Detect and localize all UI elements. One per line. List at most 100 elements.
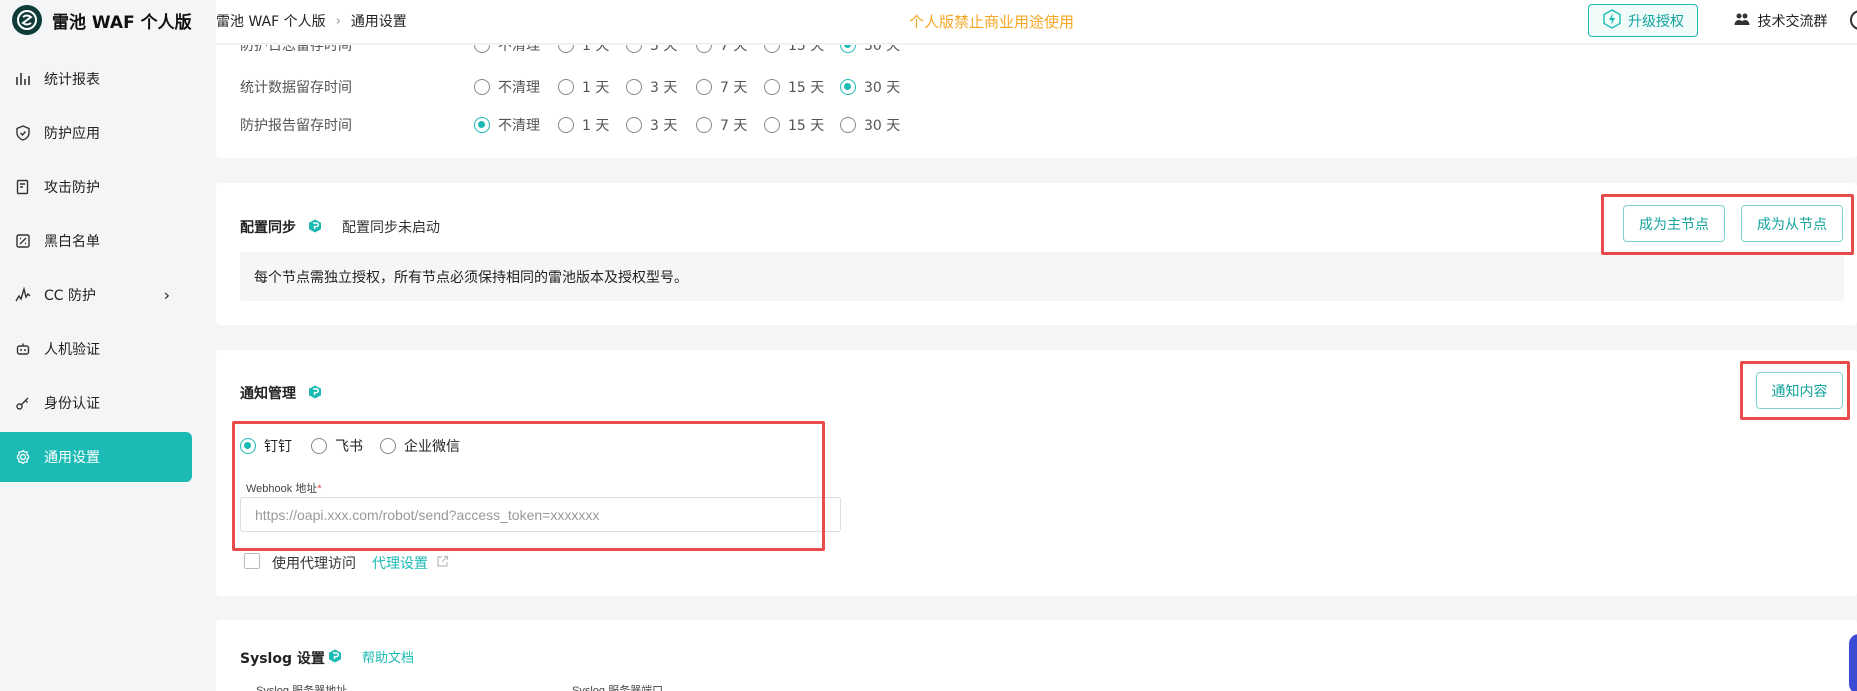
config-sync-info: 每个节点需独立授权，所有节点必须保持相同的雷池版本及授权型号。 <box>240 252 1844 301</box>
sidebar: 雷池 WAF 个人版 统计报表 防护应用 攻击防护 黑白名单 CC 防护 › 人… <box>0 0 216 691</box>
sidebar-item-auth[interactable]: 身份认证 <box>0 378 192 428</box>
sidebar-item-blacklist[interactable]: 黑白名单 <box>0 216 192 266</box>
chat-widget-tab[interactable] <box>1849 634 1857 691</box>
retention-option[interactable]: 7 天 <box>696 45 747 55</box>
retention-option[interactable]: 15 天 <box>764 115 824 135</box>
retention-option[interactable]: 3 天 <box>626 77 677 97</box>
sidebar-item-attack-protection[interactable]: 攻击防护 <box>0 162 192 212</box>
proxy-checkbox[interactable] <box>244 553 260 569</box>
upgrade-license-button[interactable]: 升级授权 <box>1588 4 1698 37</box>
breadcrumb: 雷池 WAF 个人版 › 通用设置 <box>216 0 407 42</box>
retention-option[interactable]: 不清理 <box>474 77 540 97</box>
chevron-right-icon: › <box>163 285 170 305</box>
retention-option[interactable]: 3 天 <box>626 115 677 135</box>
notification-title: 通知管理 <box>240 386 296 402</box>
retention-option[interactable]: 7 天 <box>696 77 747 97</box>
radio-button[interactable] <box>311 438 327 454</box>
option-label: 3 天 <box>650 80 678 96</box>
retention-option[interactable]: 1 天 <box>558 115 609 135</box>
option-label: 不清理 <box>498 80 540 96</box>
syslog-server-address-label: Syslog 服务器地址 <box>254 682 350 691</box>
syslog-server-port-label: Syslog 服务器端口 <box>570 682 666 691</box>
radio-button-selected[interactable] <box>840 79 856 95</box>
users-icon <box>1734 12 1750 30</box>
sidebar-item-label: 人机验证 <box>44 342 100 358</box>
radio-button[interactable] <box>558 79 574 95</box>
option-label: 30 天 <box>864 118 901 134</box>
radio-button[interactable] <box>474 45 490 53</box>
robot-icon <box>14 340 32 358</box>
radio-button[interactable] <box>764 79 780 95</box>
webhook-input[interactable]: https://oapi.xxx.com/robot/send?access_t… <box>240 497 841 532</box>
proxy-settings-label: 代理设置 <box>372 556 428 572</box>
retention-row-label: 防护报告留存时间 <box>240 118 352 134</box>
retention-settings-card: 防护日志留存时间 不清理 1 天 3 天 7 天 15 天 30 天 统计数据留… <box>216 45 1857 158</box>
webhook-label-text: Webhook 地址 <box>246 483 318 495</box>
radio-button[interactable] <box>764 117 780 133</box>
notification-content-button[interactable]: 通知内容 <box>1756 372 1843 409</box>
become-slave-button[interactable]: 成为从节点 <box>1741 205 1843 242</box>
config-sync-status: 配置同步未启动 <box>342 220 440 236</box>
commercial-use-notice: 个人版禁止商业用途使用 <box>909 13 1075 31</box>
key-icon <box>14 394 32 412</box>
radio-button[interactable] <box>558 117 574 133</box>
radio-button[interactable] <box>558 45 574 53</box>
lightning-icon <box>1602 8 1622 33</box>
radio-button[interactable] <box>696 45 712 53</box>
radio-button[interactable] <box>380 438 396 454</box>
option-label: 30 天 <box>864 80 901 96</box>
radio-button[interactable] <box>474 79 490 95</box>
radio-button-selected[interactable] <box>240 438 256 454</box>
radio-button[interactable] <box>696 117 712 133</box>
sidebar-item-cc[interactable]: CC 防护 › <box>0 270 192 320</box>
retention-option[interactable]: 15 天 <box>764 45 824 55</box>
sidebar-item-general-settings[interactable]: 通用设置 <box>0 432 192 482</box>
retention-option[interactable]: 不清理 <box>474 45 540 55</box>
sidebar-item-label: 防护应用 <box>44 126 100 142</box>
sidebar-nav: 统计报表 防护应用 攻击防护 黑白名单 CC 防护 › 人机验证 身份认证 通用… <box>0 54 192 486</box>
notification-card: 通知管理 通知内容 钉钉 飞书 企业微信 https://oapi.xxx.co… <box>216 350 1857 596</box>
radio-button[interactable] <box>626 117 642 133</box>
retention-option[interactable]: 30 天 <box>840 77 900 97</box>
radio-button[interactable] <box>764 45 780 53</box>
webhook-label: Webhook 地址* <box>244 480 324 496</box>
required-mark: * <box>317 483 322 495</box>
retention-option[interactable]: 3 天 <box>626 45 677 55</box>
channel-option-wecom[interactable]: 企业微信 <box>380 436 460 456</box>
pulse-icon <box>14 286 32 304</box>
breadcrumb-root[interactable]: 雷池 WAF 个人版 <box>216 11 326 31</box>
syslog-card: Syslog 设置 帮助文档 Syslog 服务器地址 Syslog 服务器端口 <box>216 620 1857 691</box>
retention-row-logs: 防护日志留存时间 不清理 1 天 3 天 7 天 15 天 30 天 <box>216 45 1216 59</box>
become-master-button[interactable]: 成为主节点 <box>1623 205 1725 242</box>
retention-option[interactable]: 1 天 <box>558 77 609 97</box>
option-label: 1 天 <box>582 118 610 134</box>
retention-option[interactable]: 15 天 <box>764 77 824 97</box>
list-filter-icon <box>14 232 32 250</box>
retention-option[interactable]: 30 天 <box>840 115 900 135</box>
retention-option[interactable]: 7 天 <box>696 115 747 135</box>
pro-badge-icon <box>308 385 322 399</box>
tech-group-button[interactable]: 技术交流群 <box>1713 4 1848 37</box>
github-icon[interactable] <box>1850 10 1857 30</box>
retention-row-stats: 统计数据留存时间 不清理 1 天 3 天 7 天 15 天 30 天 <box>216 73 1216 101</box>
sidebar-item-apps[interactable]: 防护应用 <box>0 108 192 158</box>
radio-button[interactable] <box>626 45 642 53</box>
radio-button[interactable] <box>626 79 642 95</box>
sidebar-item-stats[interactable]: 统计报表 <box>0 54 192 104</box>
radio-button-selected[interactable] <box>840 45 856 53</box>
radio-button[interactable] <box>840 117 856 133</box>
syslog-help-link[interactable]: 帮助文档 <box>362 647 414 666</box>
proxy-settings-link[interactable]: 代理设置 <box>372 553 449 573</box>
retention-option[interactable]: 不清理 <box>474 115 540 135</box>
radio-button-selected[interactable] <box>474 117 490 133</box>
sidebar-item-captcha[interactable]: 人机验证 <box>0 324 192 374</box>
app-logo[interactable]: 雷池 WAF 个人版 <box>12 3 192 37</box>
retention-option[interactable]: 1 天 <box>558 45 609 55</box>
retention-option[interactable]: 30 天 <box>840 45 900 55</box>
document-shield-icon <box>14 178 32 196</box>
channel-option-dingtalk[interactable]: 钉钉 <box>240 436 292 456</box>
channel-option-feishu[interactable]: 飞书 <box>311 436 363 456</box>
radio-button[interactable] <box>696 79 712 95</box>
shield-icon <box>14 124 32 142</box>
option-label: 15 天 <box>788 80 825 96</box>
